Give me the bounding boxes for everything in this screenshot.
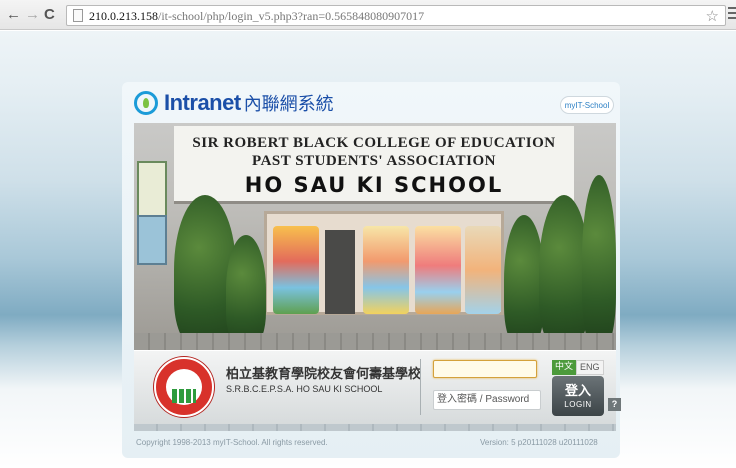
intranet-logo-icon bbox=[134, 91, 158, 115]
lang-english-button[interactable]: ENG bbox=[576, 360, 604, 375]
login-button[interactable]: 登入 LOGIN bbox=[552, 376, 604, 416]
school-name-english: S.R.B.C.E.P.S.A. HO SAU KI SCHOOL bbox=[226, 384, 383, 394]
back-arrow-icon[interactable]: ← bbox=[6, 6, 21, 24]
login-panel: 柏立基教育學院校友會何壽基學校 S.R.B.C.E.P.S.A. HO SAU … bbox=[134, 350, 616, 424]
myit-school-logo[interactable]: myIT-School bbox=[560, 96, 614, 114]
tree bbox=[504, 215, 544, 345]
url-path: /it-school/php/login_v5.php3?ran=0.56584… bbox=[158, 9, 425, 23]
sign-line-3: HO SAU KI SCHOOL bbox=[244, 173, 504, 197]
decorative-strip bbox=[134, 424, 616, 431]
tree bbox=[226, 235, 266, 345]
login-button-label-cn: 登入 bbox=[564, 383, 591, 398]
reload-icon[interactable]: C bbox=[44, 6, 55, 24]
tree bbox=[582, 175, 616, 345]
browser-toolbar: ← → C 210.0.213.158/it-school/php/login_… bbox=[0, 0, 736, 30]
version-text: Version: 5 p20111028 u20111028 bbox=[480, 438, 598, 447]
copyright-text: Copyright 1998-2013 myIT-School. All rig… bbox=[136, 438, 328, 447]
help-icon[interactable]: ? bbox=[608, 398, 621, 411]
intranet-logo: Intranet 內聯網系統 bbox=[134, 86, 334, 120]
panel-divider bbox=[420, 359, 421, 415]
sign-line-2: PAST STUDENTS' ASSOCIATION bbox=[252, 153, 496, 169]
page-icon bbox=[73, 9, 83, 22]
school-emblem-building bbox=[172, 389, 196, 403]
address-bar[interactable]: 210.0.213.158/it-school/php/login_v5.php… bbox=[66, 5, 726, 26]
school-entrance bbox=[264, 211, 504, 315]
mural-panel bbox=[363, 226, 409, 314]
sign-line-1: SIR ROBERT BLACK COLLEGE OF EDUCATION bbox=[192, 135, 556, 151]
login-button-label-en: LOGIN bbox=[564, 400, 592, 409]
brand-subtitle: 內聯網系統 bbox=[243, 94, 334, 114]
mural-panel bbox=[465, 226, 501, 314]
password-input[interactable]: 登入密碼 / Password bbox=[433, 390, 541, 410]
username-input[interactable] bbox=[433, 360, 537, 378]
hamburger-menu-icon[interactable] bbox=[728, 7, 736, 22]
brand-title: Intranet bbox=[164, 90, 241, 115]
poster bbox=[137, 215, 167, 265]
url-text[interactable]: 210.0.213.158/it-school/php/login_v5.php… bbox=[89, 9, 424, 24]
school-name-chinese: 柏立基教育學院校友會何壽基學校 bbox=[226, 366, 422, 381]
school-signboard: SIR ROBERT BLACK COLLEGE OF EDUCATION PA… bbox=[174, 126, 574, 204]
school-photo: SIR ROBERT BLACK COLLEGE OF EDUCATION PA… bbox=[134, 123, 616, 353]
mural-panel bbox=[273, 226, 319, 314]
school-emblem bbox=[154, 357, 214, 417]
language-switch: 中文 ENG bbox=[552, 360, 604, 375]
star-icon[interactable]: ☆ bbox=[706, 7, 719, 25]
mural-panel bbox=[415, 226, 461, 314]
url-host: 210.0.213.158 bbox=[89, 9, 158, 23]
login-card: Intranet 內聯網系統 myIT-School SIR ROBERT BL… bbox=[122, 82, 621, 458]
lang-chinese-button[interactable]: 中文 bbox=[552, 360, 577, 375]
entrance-door bbox=[325, 230, 355, 314]
forward-arrow-icon[interactable]: → bbox=[25, 6, 40, 24]
